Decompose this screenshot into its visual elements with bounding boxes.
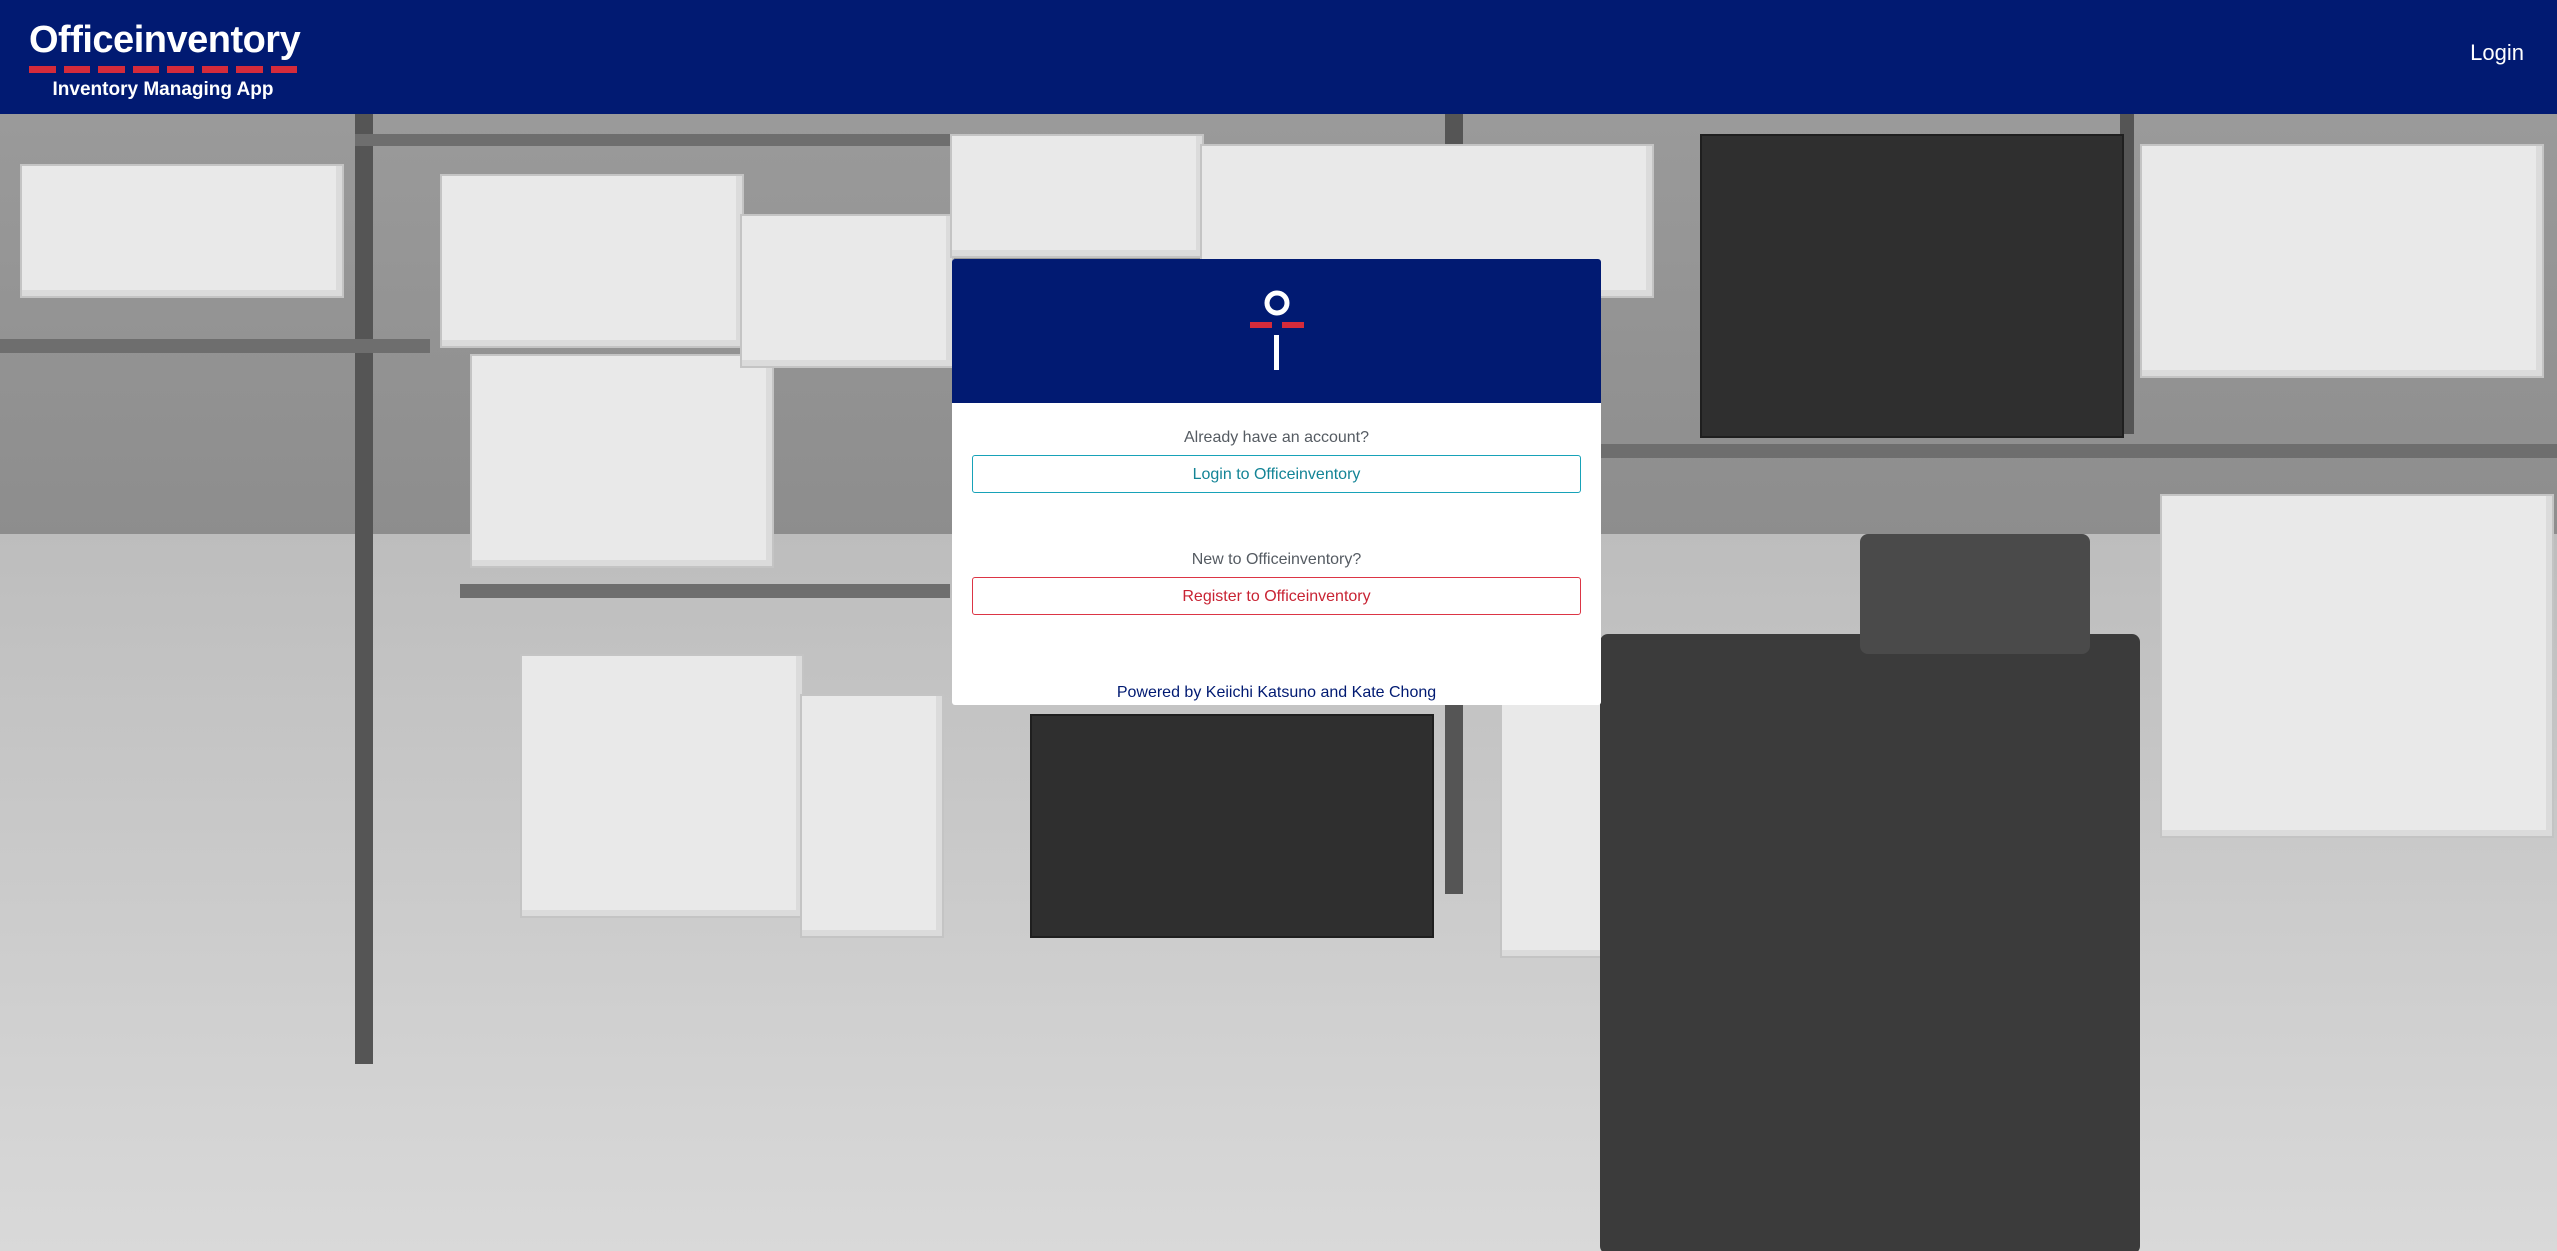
card-header [952, 259, 1601, 403]
brand-name: Officeinventory [29, 19, 301, 61]
nav-login-link[interactable]: Login [2470, 40, 2524, 66]
brand-dashes [29, 66, 297, 73]
login-prompt: Already have an account? [1183, 429, 1369, 446]
powered-by-text: Powered by Keiichi Katsuno and Kate Chon… [1116, 684, 1437, 701]
card-body: Already have an account? Login to Office… [952, 403, 1601, 615]
register-button[interactable]: Register to Officeinventory [972, 577, 1581, 615]
top-navbar: Officeinventory Inventory Managing App L… [0, 0, 2557, 114]
auth-card: Already have an account? Login to Office… [952, 259, 1601, 705]
register-prompt: New to Officeinventory? [1191, 551, 1362, 568]
brand-logo[interactable]: Officeinventory Inventory Managing App [29, 19, 301, 101]
officeinventory-i-logo-icon [1250, 290, 1304, 370]
login-button[interactable]: Login to Officeinventory [972, 455, 1581, 493]
brand-tagline: Inventory Managing App [52, 79, 274, 100]
